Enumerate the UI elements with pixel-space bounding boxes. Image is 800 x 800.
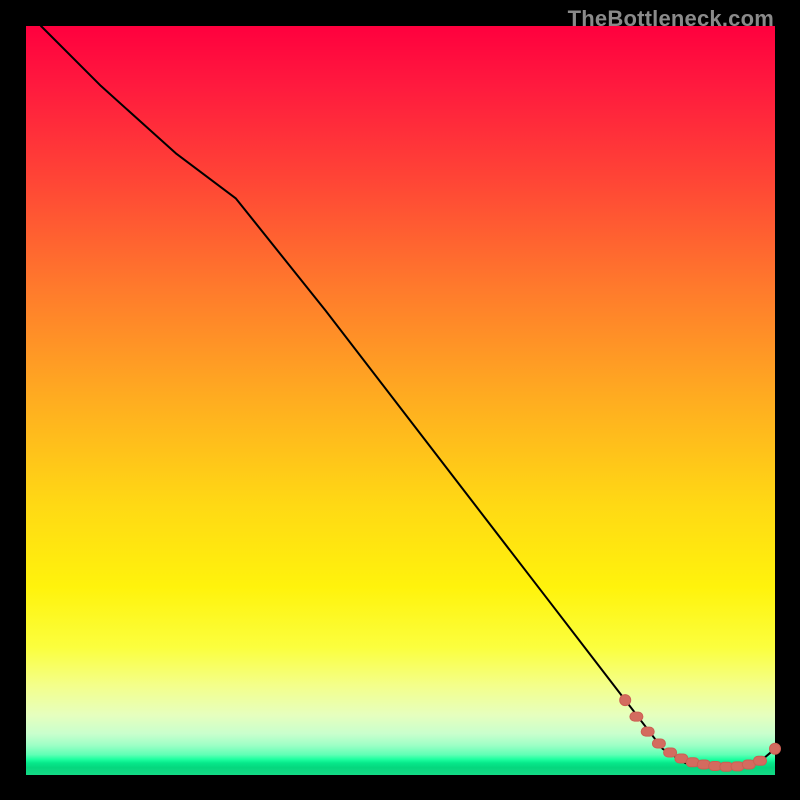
marker-point xyxy=(770,743,781,754)
marker-point xyxy=(754,756,767,765)
marker-point xyxy=(620,695,631,706)
chart-curve xyxy=(41,26,775,768)
marker-group xyxy=(620,695,781,772)
marker-point xyxy=(641,727,654,736)
plot-area xyxy=(26,26,775,775)
chart-frame: TheBottleneck.com xyxy=(0,0,800,800)
marker-point xyxy=(664,748,677,757)
watermark-text: TheBottleneck.com xyxy=(568,6,774,32)
marker-point xyxy=(652,739,665,748)
chart-svg xyxy=(26,26,775,775)
marker-point xyxy=(630,712,643,721)
